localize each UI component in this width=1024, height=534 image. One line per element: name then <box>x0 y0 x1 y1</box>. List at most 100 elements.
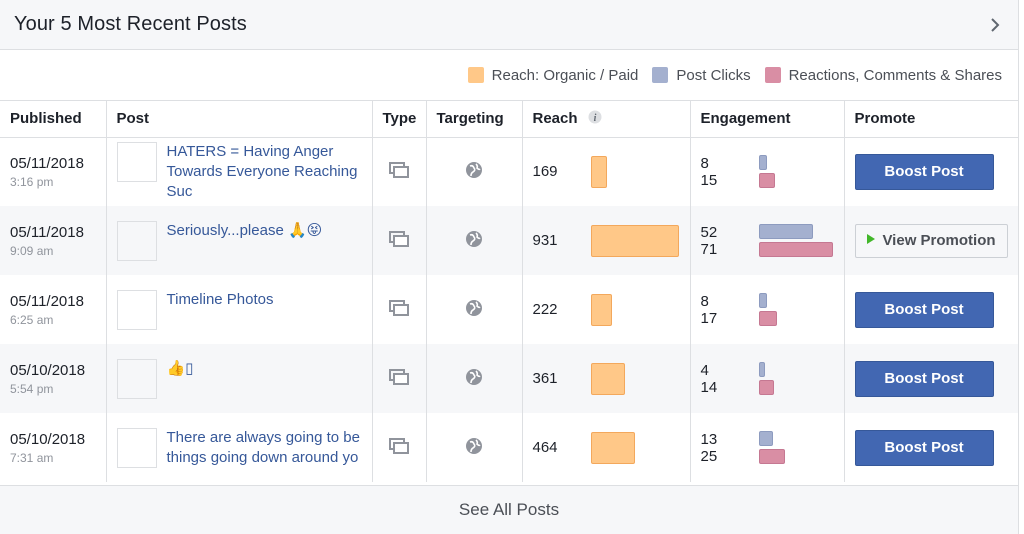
reach-bar <box>590 431 635 464</box>
post-clicks-value: 8 <box>700 292 709 310</box>
post-thumbnail[interactable] <box>116 358 157 399</box>
legend-swatch-reactions <box>764 67 781 83</box>
reach-value: 464 <box>532 439 558 456</box>
post-time: 3:16 pm <box>10 174 54 189</box>
post-date: 05/11/2018 <box>10 154 84 172</box>
post-date: 05/11/2018 <box>10 223 84 241</box>
recent-posts-panel: Your 5 Most Recent Posts Reach: Organic … <box>0 0 1019 534</box>
post-cell: 👍▯ <box>106 344 373 413</box>
svg-text:i: i <box>593 113 596 124</box>
post-thumbnail[interactable] <box>116 289 157 330</box>
targeting-cell <box>426 137 523 206</box>
post-cell: Timeline Photos <box>106 275 373 344</box>
reach-value: 931 <box>532 232 558 249</box>
post-thumbnail[interactable] <box>116 141 157 182</box>
view-promotion-button[interactable]: View Promotion <box>854 223 1008 258</box>
post-thumbnail[interactable] <box>116 220 157 261</box>
legend-swatch-reach <box>467 67 484 83</box>
targeting-cell <box>426 413 523 482</box>
see-all-posts-link[interactable]: See All Posts <box>0 485 1018 534</box>
reactions-value: 71 <box>700 240 718 258</box>
post-title-link[interactable]: 👍▯ <box>167 359 194 379</box>
reactions-value: 25 <box>700 447 718 465</box>
type-cell <box>372 275 427 344</box>
post-type-icon <box>389 369 409 388</box>
post-title-link[interactable]: Timeline Photos <box>167 290 274 310</box>
engagement-cell: 4 14 <box>690 344 845 413</box>
view-promotion-label: View Promotion <box>882 232 996 249</box>
boost-post-button[interactable]: Boost Post <box>854 291 994 328</box>
table-row: 05/11/2018 3:16 pm HATERS = Having Anger… <box>0 137 1018 206</box>
promote-cell: View Promotion <box>844 206 1018 275</box>
reach-cell: 464 <box>522 413 691 482</box>
reach-cell: 169 <box>522 137 691 206</box>
post-title-link[interactable]: Seriously...please 🙏😝 <box>167 221 323 241</box>
reach-header-label: Reach <box>532 109 578 127</box>
post-clicks-bar <box>758 293 767 308</box>
targeting-cell <box>426 206 523 275</box>
reactions-value: 14 <box>700 378 718 396</box>
type-cell <box>372 413 427 482</box>
engagement-cell: 8 17 <box>690 275 845 344</box>
promote-cell: Boost Post <box>844 344 1018 413</box>
reach-cell: 931 <box>522 206 691 275</box>
post-clicks-value: 52 <box>700 223 718 241</box>
chevron-right-icon[interactable] <box>988 17 1002 32</box>
reach-value: 361 <box>532 370 558 387</box>
legend-label-reactions: Reactions, Comments & Shares <box>788 66 1002 84</box>
post-time: 9:09 am <box>10 243 54 258</box>
boost-post-button[interactable]: Boost Post <box>854 429 994 466</box>
column-header-published: Published <box>0 101 107 138</box>
info-icon[interactable]: i <box>588 110 602 128</box>
post-title-link[interactable]: HATERS = Having Anger Towards Everyone R… <box>167 142 362 202</box>
column-header-promote: Promote <box>844 101 1018 138</box>
type-cell <box>372 344 427 413</box>
globe-icon <box>465 230 483 251</box>
reach-cell: 361 <box>522 344 691 413</box>
column-header-engagement: Engagement <box>690 101 845 138</box>
post-clicks-value: 13 <box>700 430 718 448</box>
play-icon <box>866 232 876 249</box>
reactions-bar <box>758 380 774 395</box>
reach-value: 169 <box>532 163 558 181</box>
targeting-cell <box>426 344 523 413</box>
column-header-post: Post <box>106 101 373 138</box>
legend-item-post-clicks: Post Clicks <box>652 67 751 84</box>
post-title-link[interactable]: There are always going to be things goin… <box>167 428 362 468</box>
post-type-icon <box>389 300 409 319</box>
promote-cell: Boost Post <box>844 137 1018 206</box>
globe-icon <box>465 299 483 320</box>
column-header-reach: Reach i <box>522 101 691 138</box>
chart-legend: Reach: Organic / Paid Post Clicks Reacti… <box>0 50 1018 101</box>
reach-bar <box>590 224 679 257</box>
promote-cell: Boost Post <box>844 275 1018 344</box>
published-cell: 05/11/2018 9:09 am <box>0 206 107 275</box>
post-time: 5:54 pm <box>10 381 54 396</box>
post-cell: There are always going to be things goin… <box>106 413 373 482</box>
reactions-bar <box>758 242 833 257</box>
table-header-row: Published Post Type Targeting Reach i En… <box>0 101 1018 138</box>
published-cell: 05/10/2018 5:54 pm <box>0 344 107 413</box>
posts-table: Published Post Type Targeting Reach i En… <box>0 101 1018 482</box>
boost-post-button[interactable]: Boost Post <box>854 153 994 190</box>
post-time: 7:31 am <box>10 450 54 465</box>
legend-item-reactions: Reactions, Comments & Shares <box>764 66 1002 84</box>
published-cell: 05/11/2018 6:25 am <box>0 275 107 344</box>
post-time: 6:25 am <box>10 312 54 327</box>
post-type-icon <box>389 162 409 181</box>
panel-title: Your 5 Most Recent Posts <box>14 13 247 35</box>
table-row: 05/10/2018 5:54 pm 👍▯ 361 4 14 Boost Pos… <box>0 344 1018 413</box>
globe-icon <box>465 368 483 389</box>
post-thumbnail[interactable] <box>116 427 157 468</box>
reach-bar <box>590 155 607 188</box>
post-clicks-value: 8 <box>700 154 709 172</box>
table-row: 05/10/2018 7:31 am There are always goin… <box>0 413 1018 482</box>
legend-item-reach: Reach: Organic / Paid <box>467 67 638 84</box>
reactions-value: 17 <box>700 309 718 327</box>
post-type-icon <box>389 438 409 457</box>
globe-icon <box>465 437 483 458</box>
post-date: 05/10/2018 <box>10 361 86 379</box>
boost-post-button[interactable]: Boost Post <box>854 360 994 397</box>
post-date: 05/11/2018 <box>10 292 84 310</box>
post-date: 05/10/2018 <box>10 430 86 448</box>
